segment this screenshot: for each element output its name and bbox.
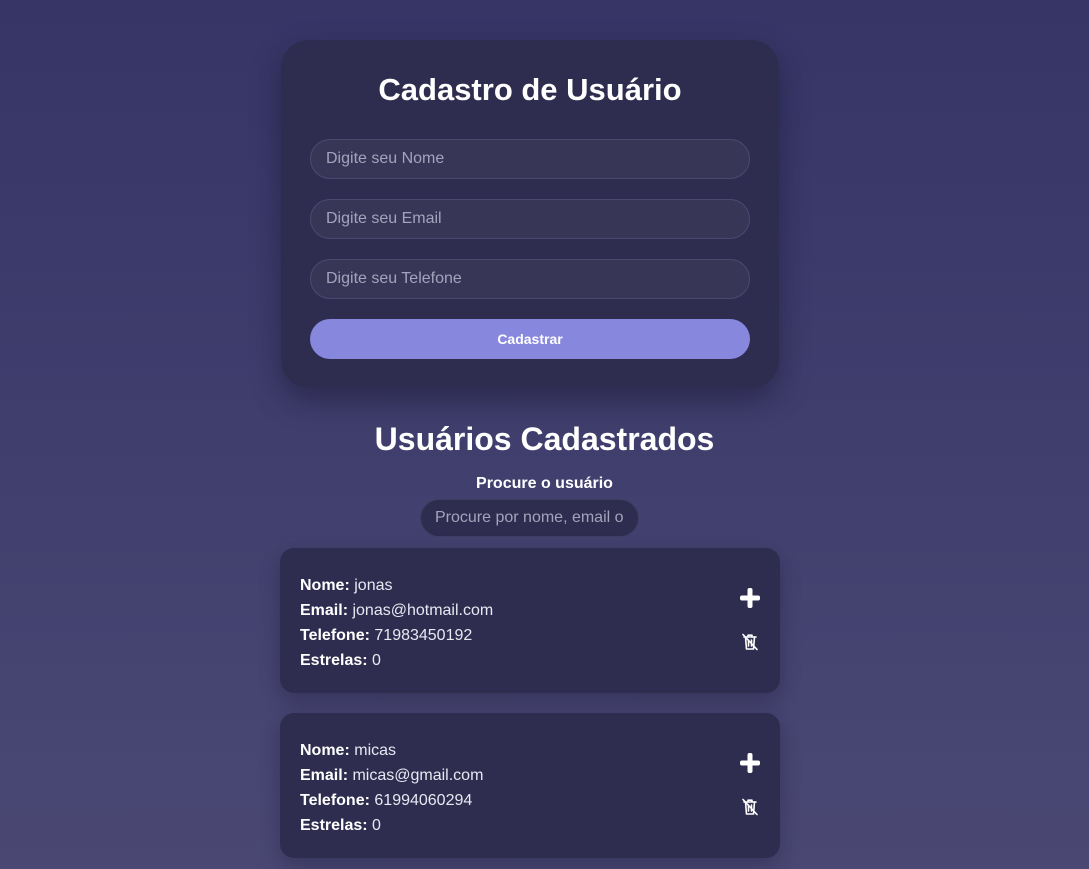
email-input[interactable]: [310, 199, 750, 239]
user-email-row: Email: micas@gmail.com: [300, 763, 483, 788]
user-stars: 0: [372, 652, 381, 669]
trash-icon: [742, 798, 758, 816]
name-label: Nome:: [300, 577, 350, 594]
phone-input[interactable]: [310, 259, 750, 299]
registration-card: Cadastro de Usuário Cadastrar: [281, 40, 779, 388]
user-stars-row: Estrelas: 0: [300, 648, 493, 673]
phone-label: Telefone:: [300, 627, 370, 644]
delete-user-button[interactable]: [738, 630, 762, 654]
email-label: Email:: [300, 602, 349, 619]
user-email: jonas@hotmail.com: [352, 602, 494, 619]
user-phone: 61994060294: [374, 792, 473, 809]
trash-icon: [742, 633, 758, 651]
add-star-button[interactable]: [738, 751, 762, 775]
stars-label: Estrelas:: [300, 817, 368, 834]
add-star-button[interactable]: [738, 586, 762, 610]
user-phone-row: Telefone: 71983450192: [300, 623, 493, 648]
user-name: jonas: [354, 577, 393, 594]
register-button[interactable]: Cadastrar: [310, 319, 750, 359]
plus-icon: [740, 753, 760, 773]
user-phone: 71983450192: [374, 627, 473, 644]
name-input[interactable]: [310, 139, 750, 179]
user-name-row: Nome: jonas: [300, 573, 493, 598]
user-name-row: Nome: micas: [300, 738, 483, 763]
name-label: Nome:: [300, 742, 350, 759]
delete-user-button[interactable]: [738, 795, 762, 819]
user-email-row: Email: jonas@hotmail.com: [300, 598, 493, 623]
user-stars-row: Estrelas: 0: [300, 813, 483, 838]
users-list-title: Usuários Cadastrados: [374, 421, 715, 457]
search-label: Procure o usuário: [476, 475, 613, 492]
user-stars: 0: [372, 817, 381, 834]
plus-icon: [740, 588, 760, 608]
phone-label: Telefone:: [300, 792, 370, 809]
form-title: Cadastro de Usuário: [378, 72, 682, 107]
email-label: Email:: [300, 767, 349, 784]
user-name: micas: [354, 742, 397, 759]
search-input[interactable]: [420, 499, 639, 537]
user-email: micas@gmail.com: [352, 767, 484, 784]
user-card: Nome: micas Email: micas@gmail.com Telef…: [280, 713, 780, 858]
user-info: Nome: micas Email: micas@gmail.com Telef…: [300, 738, 483, 838]
user-card: Nome: jonas Email: jonas@hotmail.com Tel…: [280, 548, 780, 693]
user-info: Nome: jonas Email: jonas@hotmail.com Tel…: [300, 573, 493, 673]
user-phone-row: Telefone: 61994060294: [300, 788, 483, 813]
stars-label: Estrelas:: [300, 652, 368, 669]
